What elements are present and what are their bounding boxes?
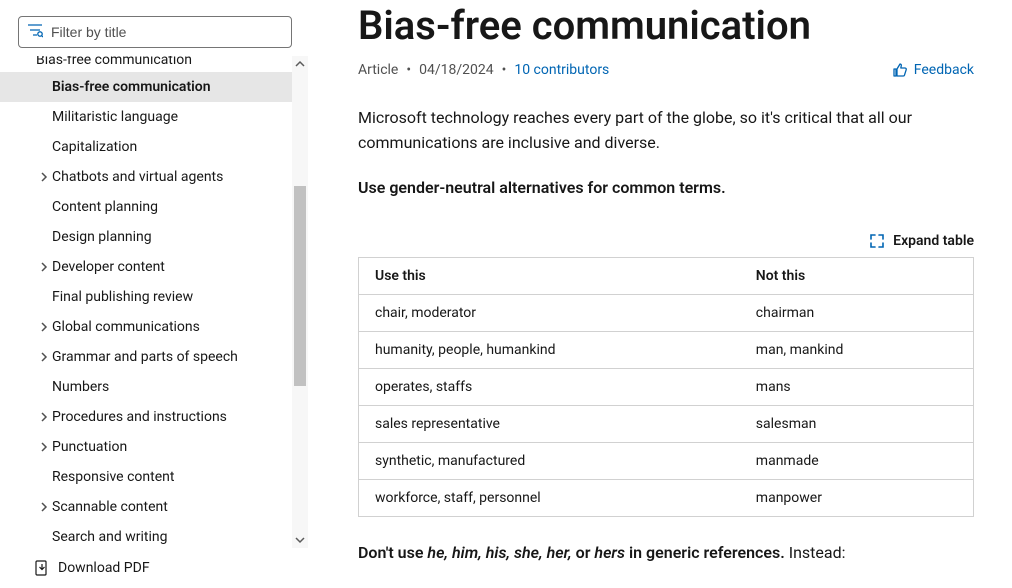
download-pdf-label: Download PDF	[58, 560, 150, 576]
table-cell-not-this: salesman	[740, 405, 974, 442]
sidebar-item-label: Developer content	[52, 259, 165, 275]
sidebar-item-label: Procedures and instructions	[52, 409, 227, 425]
sidebar-item-label: Search and writing	[52, 529, 167, 545]
sidebar-item[interactable]: Content planning	[0, 192, 292, 222]
chevron-right-icon[interactable]	[36, 169, 52, 185]
sidebar-item-label: Global communications	[52, 319, 200, 335]
meta-separator: •	[406, 62, 411, 78]
chevron-right-icon[interactable]	[36, 349, 52, 365]
article-kind: Article	[358, 62, 398, 78]
sidebar-item[interactable]: Numbers	[0, 372, 292, 402]
table-row: chair, moderatorchairman	[359, 294, 974, 331]
sidebar-item-label: Punctuation	[52, 439, 127, 455]
table-cell-use-this: operates, staffs	[359, 368, 740, 405]
table-cell-not-this: manmade	[740, 442, 974, 479]
sidebar-item[interactable]: Global communications	[0, 312, 292, 342]
scroll-thumb[interactable]	[294, 186, 306, 386]
table-row: synthetic, manufacturedmanmade	[359, 442, 974, 479]
sidebar-item[interactable]: Militaristic language	[0, 102, 292, 132]
scroll-down-button[interactable]	[292, 532, 308, 548]
sidebar-item[interactable]: Procedures and instructions	[0, 402, 292, 432]
expand-icon	[869, 233, 885, 249]
sidebar-item[interactable]: Chatbots and virtual agents	[0, 162, 292, 192]
sidebar-item-label: Capitalization	[52, 139, 137, 155]
sidebar-item-label: Grammar and parts of speech	[52, 349, 238, 365]
chevron-right-icon[interactable]	[36, 409, 52, 425]
scroll-up-button[interactable]	[292, 56, 308, 72]
table-cell-not-this: mans	[740, 368, 974, 405]
feedback-label: Feedback	[914, 62, 974, 78]
sidebar-item[interactable]: Capitalization	[0, 132, 292, 162]
sidebar-item-label: Militaristic language	[52, 109, 178, 125]
sidebar-item-label: Chatbots and virtual agents	[52, 169, 223, 185]
sidebar-item[interactable]: Search and writing	[0, 522, 292, 548]
download-icon	[34, 560, 50, 576]
article-date: 04/18/2024	[419, 62, 494, 78]
closing-paragraph: Don't use he, him, his, she, her, or her…	[358, 543, 974, 562]
sidebar-item[interactable]: Punctuation	[0, 432, 292, 462]
filter-box[interactable]	[18, 16, 292, 48]
sidebar-item[interactable]: Developer content	[0, 252, 292, 282]
table-cell-use-this: humanity, people, humankind	[359, 331, 740, 368]
lead-sentence: Use gender-neutral alternatives for comm…	[358, 178, 974, 197]
table-row: humanity, people, humankindman, mankind	[359, 331, 974, 368]
table-row: operates, staffsmans	[359, 368, 974, 405]
expand-table-label: Expand table	[893, 233, 974, 249]
sidebar-item-label: Content planning	[52, 199, 158, 215]
sidebar-item-label: Bias-free communication	[52, 79, 211, 95]
table-cell-not-this: chairman	[740, 294, 974, 331]
sidebar-item[interactable]: Final publishing review	[0, 282, 292, 312]
thumbs-up-icon	[892, 62, 908, 78]
chevron-right-icon[interactable]	[36, 499, 52, 515]
table-cell-not-this: man, mankind	[740, 331, 974, 368]
expand-table-button[interactable]: Expand table	[869, 233, 974, 249]
sidebar-item-label: Design planning	[52, 229, 152, 245]
terms-table: Use this Not this chair, moderatorchairm…	[358, 257, 974, 517]
table-header-use-this: Use this	[359, 257, 740, 294]
chevron-right-icon[interactable]	[36, 439, 52, 455]
article-meta: Article • 04/18/2024 • 10 contributors	[358, 62, 609, 78]
chevron-right-icon[interactable]	[36, 319, 52, 335]
sidebar-item-label: Numbers	[52, 379, 109, 395]
filter-icon	[27, 22, 49, 42]
sidebar-scrollbar[interactable]	[292, 56, 308, 548]
table-cell-use-this: synthetic, manufactured	[359, 442, 740, 479]
feedback-button[interactable]: Feedback	[892, 62, 974, 78]
table-header-not-this: Not this	[740, 257, 974, 294]
sidebar: Bias-free communication Bias-free commun…	[0, 0, 308, 588]
sidebar-item[interactable]: Scannable content	[0, 492, 292, 522]
meta-separator: •	[502, 62, 507, 78]
filter-input[interactable]	[49, 23, 283, 41]
sidebar-item-label: Scannable content	[52, 499, 168, 515]
table-cell-not-this: manpower	[740, 479, 974, 516]
page-title: Bias-free communication	[358, 2, 974, 50]
sidebar-item[interactable]: Grammar and parts of speech	[0, 342, 292, 372]
sidebar-item[interactable]: Responsive content	[0, 462, 292, 492]
sidebar-item-truncated[interactable]: Bias-free communication	[0, 56, 292, 72]
main-content: Bias-free communication Article • 04/18/…	[308, 0, 1012, 588]
sidebar-item[interactable]: Bias-free communication	[0, 72, 292, 102]
table-cell-use-this: workforce, staff, personnel	[359, 479, 740, 516]
table-row: sales representativesalesman	[359, 405, 974, 442]
table-cell-use-this: sales representative	[359, 405, 740, 442]
table-row: workforce, staff, personnelmanpower	[359, 479, 974, 516]
download-pdf-button[interactable]: Download PDF	[0, 548, 308, 588]
chevron-right-icon[interactable]	[36, 259, 52, 275]
table-cell-use-this: chair, moderator	[359, 294, 740, 331]
contributors-link[interactable]: 10 contributors	[514, 62, 609, 78]
sidebar-item[interactable]: Design planning	[0, 222, 292, 252]
sidebar-item-label: Responsive content	[52, 469, 174, 485]
intro-paragraph: Microsoft technology reaches every part …	[358, 106, 974, 156]
sidebar-item-label: Final publishing review	[52, 289, 193, 305]
